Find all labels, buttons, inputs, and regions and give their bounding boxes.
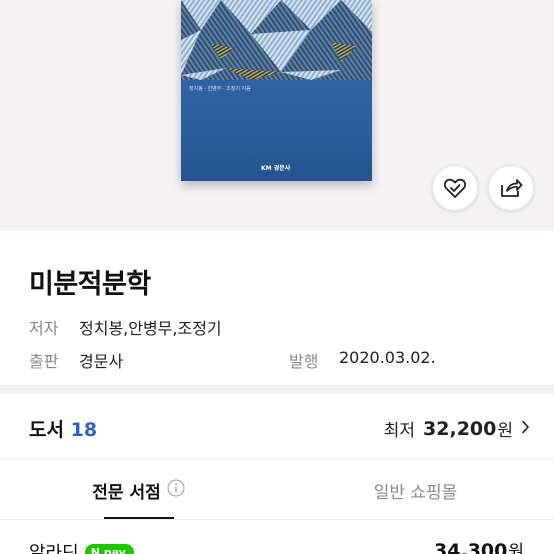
tab-general-shopping-label: 일반 쇼핑몰 [373, 482, 458, 503]
store-row[interactable]: 알라딘 N pay [29, 537, 134, 554]
store-price-value: 34,300 [434, 540, 508, 554]
tab-general-shopping[interactable]: 일반 쇼핑몰 [277, 461, 554, 519]
tab-specialty-bookstore[interactable]: 전문 서점 [0, 461, 277, 519]
lowest-price-currency: 원 [497, 421, 513, 441]
lowest-price-link[interactable]: 최저 32,200 원 [384, 416, 530, 441]
author-value[interactable]: 정치봉,안병무,조정기 [79, 315, 222, 339]
tab-specialty-bookstore-label: 전문 서점 [92, 482, 161, 503]
store-price[interactable]: 34,300원 [434, 537, 524, 554]
share-button[interactable] [488, 165, 534, 211]
publisher-value[interactable]: 경문사 [79, 348, 123, 372]
offer-count-label: 도서 [29, 419, 64, 441]
book-title: 미분적분학 [29, 269, 151, 300]
book-cover-area: 정치봉 · 안병무 · 조정기 지음 KM 경문사 [0, 0, 554, 231]
published-date-label: 발행 [289, 352, 319, 371]
tabs-bottom-divider [0, 519, 554, 520]
lowest-price-label: 최저 [383, 421, 416, 441]
offer-count[interactable]: 도서 18 [29, 415, 97, 442]
offer-count-number: 18 [70, 419, 98, 441]
heart-check-icon [443, 178, 467, 198]
store-name: 알라딘 [29, 543, 79, 554]
wish-button[interactable] [432, 165, 478, 211]
published-date-value: 2020.03.02. [339, 348, 436, 367]
info-icon[interactable] [167, 478, 185, 502]
share-icon [501, 179, 523, 197]
npay-badge: N pay [84, 543, 134, 554]
cover-publisher-logo: KM 경문사 [261, 165, 291, 172]
book-cover-image[interactable]: 정치봉 · 안병무 · 조정기 지음 KM 경문사 [181, 0, 372, 181]
chevron-right-icon [521, 419, 530, 439]
publisher-label: 출판 [29, 352, 59, 371]
store-price-currency: 원 [508, 542, 524, 554]
cover-authors-text: 정치봉 · 안병무 · 조정기 지음 [189, 86, 251, 92]
cover-pattern [181, 0, 372, 80]
author-label: 저자 [29, 319, 59, 338]
tabs-top-divider [0, 459, 554, 460]
lowest-price-value: 32,200 [423, 417, 497, 440]
section-divider [0, 385, 554, 394]
